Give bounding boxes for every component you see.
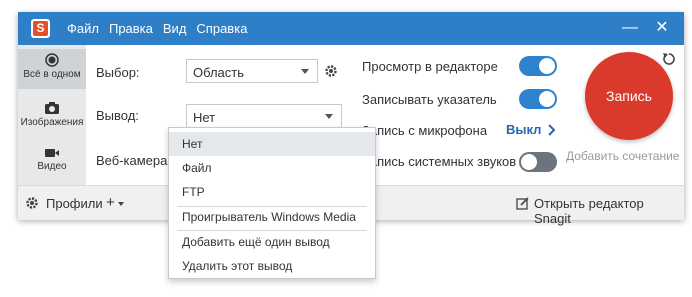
open-editor-button[interactable]: Открыть редактор Snagit — [534, 196, 684, 226]
selection-label: Выбор: — [96, 65, 140, 80]
capture-cursor-toggle[interactable] — [519, 89, 557, 109]
microphone-state[interactable]: Выкл — [506, 122, 541, 137]
selection-dropdown[interactable]: Область — [186, 59, 318, 83]
chevron-down-icon — [301, 69, 309, 74]
camera-icon — [45, 102, 59, 114]
nav-all-in-one[interactable]: Всё в одном — [18, 49, 86, 89]
close-button[interactable]: ✕ — [652, 18, 672, 38]
nav-images[interactable]: Изображения — [18, 97, 86, 137]
add-profile-button[interactable]: + — [106, 194, 115, 211]
capture-mode-nav: Всё в одном Изображения Видео — [18, 45, 86, 185]
menu-help[interactable]: Справка — [196, 21, 247, 36]
edit-icon — [516, 197, 529, 210]
option-capture-cursor: Записывать указатель — [362, 92, 497, 107]
system-audio-toggle[interactable] — [519, 152, 557, 172]
output-dropdown-list: Нет Файл FTP Проигрыватель Windows Media… — [168, 127, 376, 279]
chevron-down-icon — [325, 114, 333, 119]
snagit-logo-icon: S — [31, 19, 50, 38]
gear-icon[interactable] — [324, 64, 338, 78]
dropdown-item[interactable]: Нет — [169, 132, 375, 156]
menu-edit[interactable]: Правка — [109, 21, 153, 36]
menu-view[interactable]: Вид — [163, 21, 187, 36]
output-dropdown[interactable]: Нет — [186, 104, 342, 128]
all-in-one-icon — [45, 53, 59, 67]
output-label: Вывод: — [96, 108, 139, 123]
preview-in-editor-toggle[interactable] — [519, 56, 557, 76]
webcam-label: Веб-камера: — [96, 153, 171, 168]
option-record-system-audio: Запись системных звуков — [362, 154, 517, 169]
chevron-right-icon[interactable] — [548, 124, 556, 136]
gear-icon[interactable] — [25, 196, 39, 210]
menu-file[interactable]: Файл — [67, 21, 99, 36]
title-bar: S Файл Правка Вид Справка — ✕ — [18, 12, 684, 45]
add-shortcut-hint[interactable]: Добавить сочетание — [566, 149, 679, 163]
nav-video[interactable]: Видео — [18, 143, 86, 183]
reset-icon[interactable] — [662, 52, 676, 66]
dropdown-item[interactable]: FTP — [169, 180, 375, 204]
menu-bar: Файл Правка Вид Справка — [67, 21, 257, 36]
dropdown-item[interactable]: Добавить ещё один вывод — [169, 230, 375, 254]
minimize-button[interactable]: — — [620, 18, 640, 38]
record-button[interactable]: Запись — [585, 52, 673, 140]
option-preview-in-editor: Просмотр в редакторе — [362, 59, 498, 74]
video-icon — [45, 149, 59, 157]
dropdown-item[interactable]: Проигрыватель Windows Media — [169, 205, 375, 229]
dropdown-item[interactable]: Файл — [169, 156, 375, 180]
profiles-button[interactable]: Профили — [46, 196, 103, 211]
dropdown-item[interactable]: Удалить этот вывод — [169, 254, 375, 278]
chevron-down-icon — [118, 202, 124, 206]
option-record-microphone: Запись с микрофона — [362, 123, 488, 138]
